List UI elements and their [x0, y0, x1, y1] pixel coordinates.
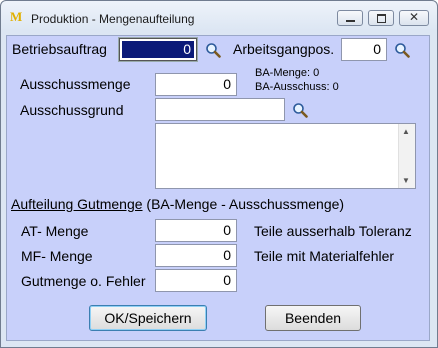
ok-speichern-button[interactable]: OK/Speichern: [89, 305, 207, 331]
arbeitsgangpos-search-icon[interactable]: [394, 42, 410, 58]
app-logo-icon: M: [10, 9, 22, 24]
close-icon: ✕: [408, 10, 420, 24]
ausschussmenge-label: Ausschussmenge: [20, 76, 131, 92]
aufteilung-title-rest: (BA-Menge - Ausschussmenge): [142, 196, 345, 212]
betriebsauftrag-search-icon[interactable]: [205, 42, 221, 58]
ba-menge-info: BA-Menge: 0: [255, 67, 320, 79]
maximize-button[interactable]: [368, 10, 394, 26]
gutmenge-label: Gutmenge o. Fehler: [21, 273, 146, 289]
gutmenge-input[interactable]: 0: [155, 269, 237, 292]
close-button[interactable]: ✕: [399, 10, 429, 26]
arbeitsgangpos-label: Arbeitsgangpos.: [233, 41, 335, 57]
ausschussgrund-label: Ausschussgrund: [20, 102, 124, 118]
aufteilung-title-underlined: Aufteilung Gutmenge: [11, 196, 143, 212]
minimize-button[interactable]: [337, 10, 363, 26]
ba-ausschuss-info: BA-Ausschuss: 0: [255, 81, 339, 93]
title-bar[interactable]: M Produktion - Mengenaufteilung ✕: [1, 1, 437, 35]
mf-menge-note: Teile mit Materialfehler: [254, 248, 395, 264]
ausschussmenge-input[interactable]: 0: [155, 73, 237, 96]
betriebsauftrag-label: Betriebsauftrag: [12, 41, 107, 57]
at-menge-note: Teile ausserhalb Toleranz: [254, 223, 412, 239]
mf-menge-label: MF- Menge: [21, 248, 93, 264]
dialog-client-area: Betriebsauftrag 0 Arbeitsgangpos. 0 Auss…: [6, 35, 430, 341]
textarea-scrollbar[interactable]: ▲ ▼: [398, 124, 415, 188]
at-menge-input[interactable]: 0: [155, 219, 237, 242]
beenden-button[interactable]: Beenden: [265, 305, 361, 331]
scroll-up-arrow-icon[interactable]: ▲: [402, 127, 410, 136]
ausschussgrund-textarea[interactable]: ▲ ▼: [155, 123, 416, 189]
at-menge-label: AT- Menge: [21, 223, 89, 239]
window-title: Produktion - Mengenaufteilung: [31, 12, 195, 26]
arbeitsgangpos-input[interactable]: 0: [341, 38, 387, 61]
aufteilung-section-title: Aufteilung Gutmenge (BA-Menge - Ausschus…: [11, 196, 344, 212]
scroll-down-arrow-icon[interactable]: ▼: [402, 176, 410, 185]
ausschussgrund-search-icon[interactable]: [292, 102, 308, 118]
betriebsauftrag-value: 0: [183, 41, 191, 57]
ausschussgrund-input[interactable]: [155, 98, 285, 121]
mf-menge-input[interactable]: 0: [155, 244, 237, 267]
betriebsauftrag-input[interactable]: 0: [118, 37, 198, 62]
